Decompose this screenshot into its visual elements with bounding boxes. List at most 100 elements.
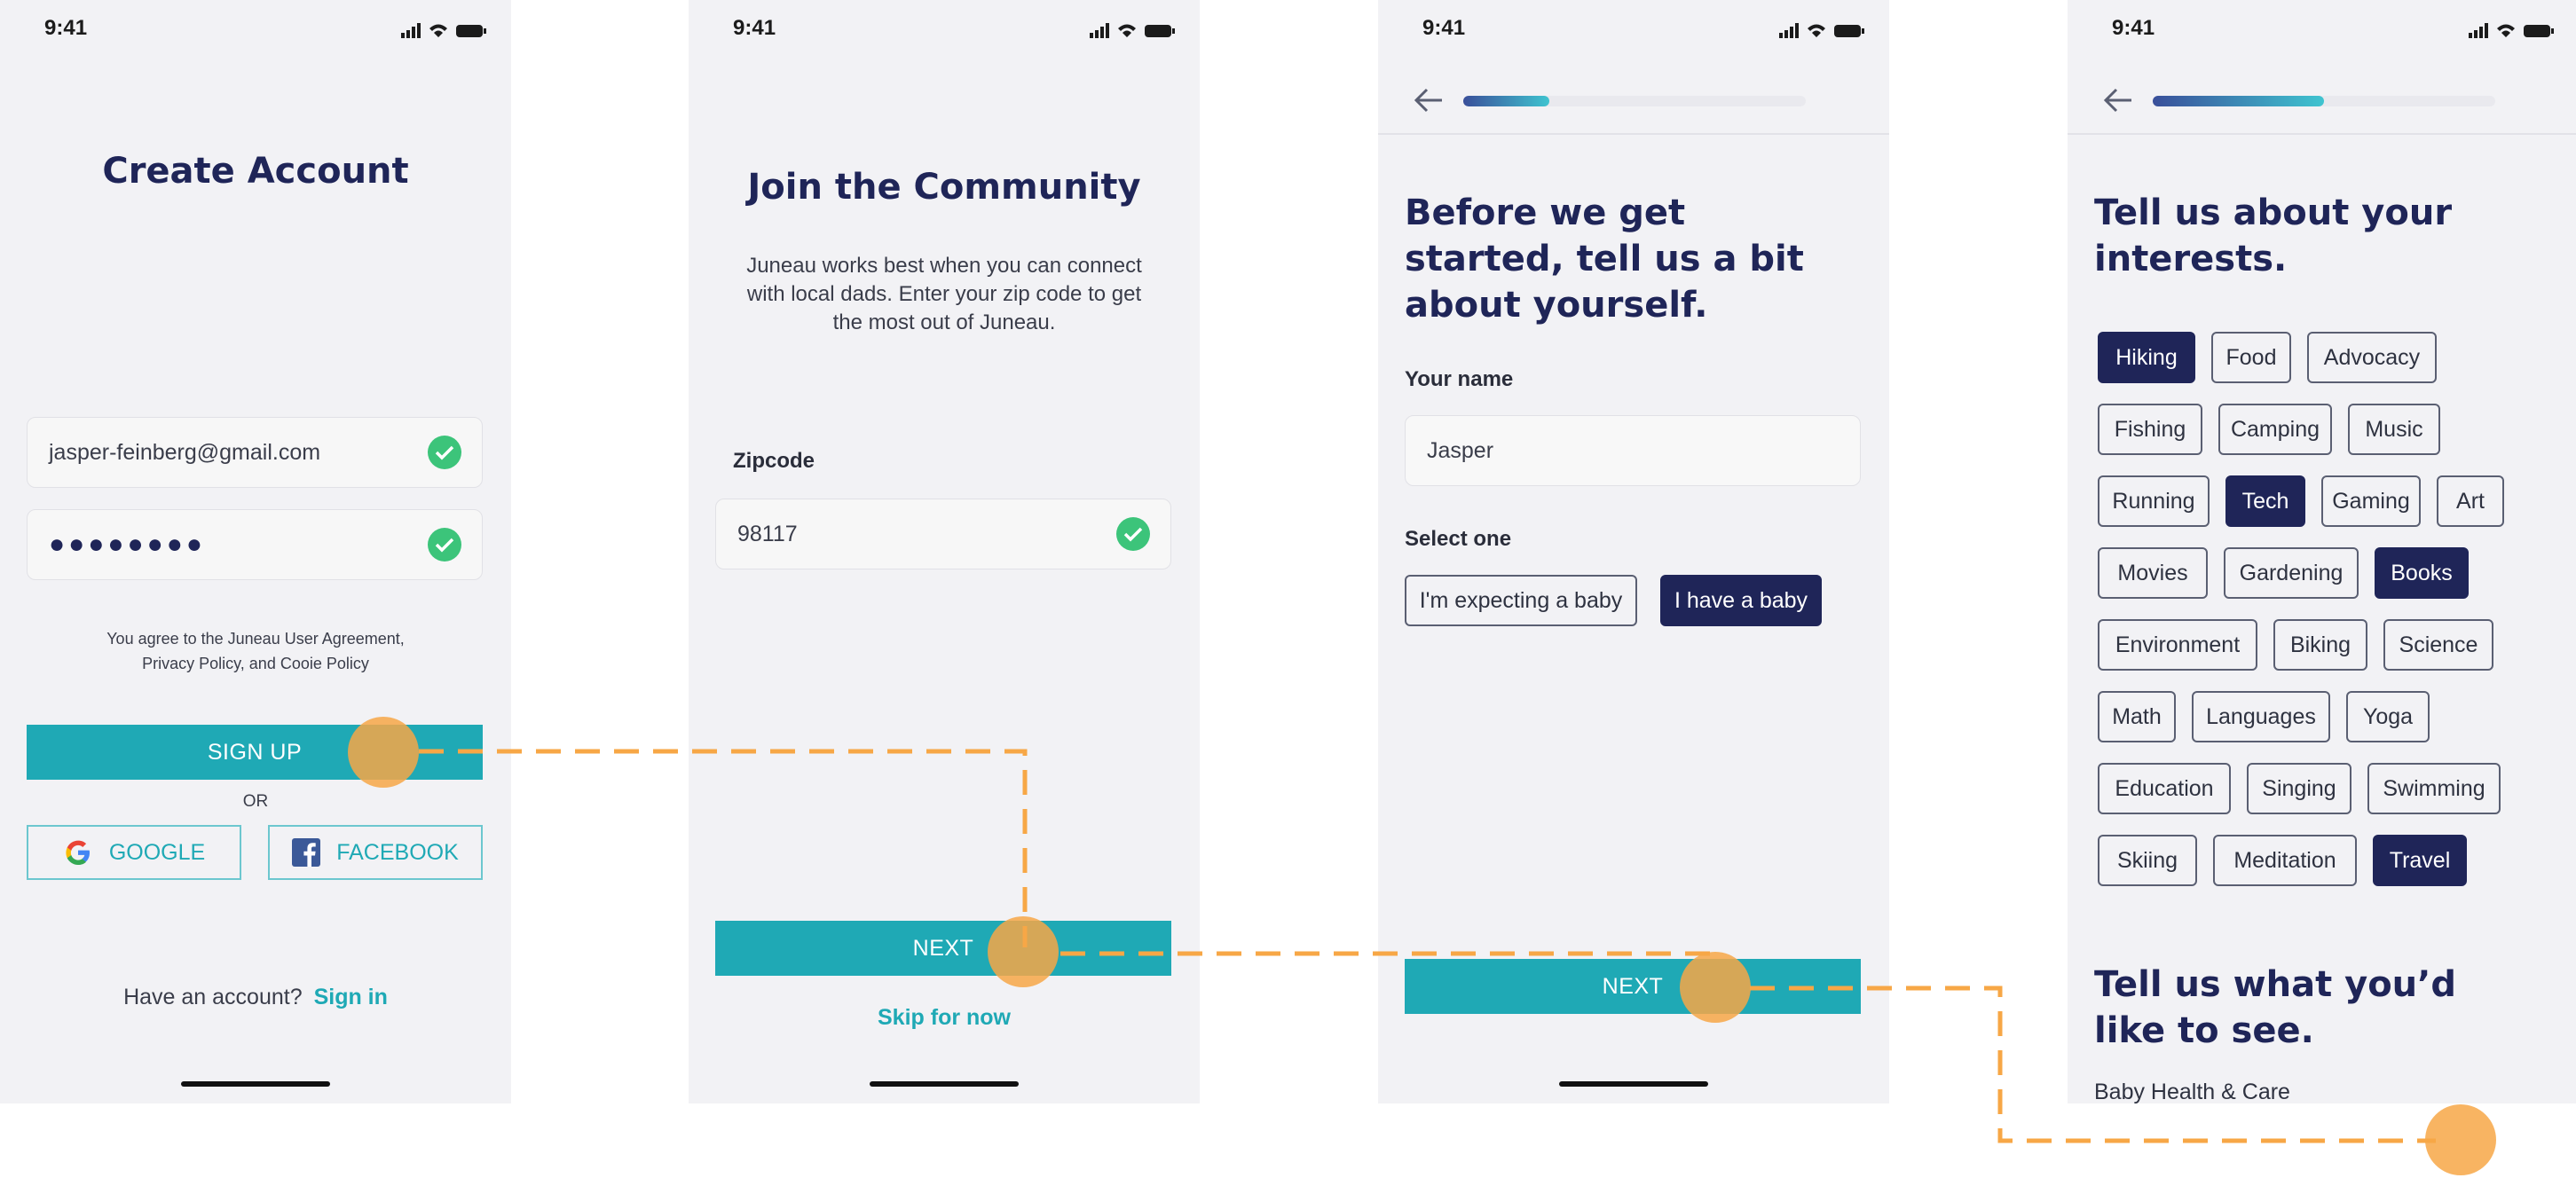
interest-chip-movies[interactable]: Movies bbox=[2098, 547, 2208, 599]
home-indicator bbox=[1559, 1081, 1708, 1087]
progress-bar bbox=[2153, 96, 2495, 106]
title-line: Before we get bbox=[1405, 192, 1686, 233]
back-arrow-icon[interactable] bbox=[2103, 87, 2133, 114]
agreement-line: You agree to the Juneau User Agreement, bbox=[106, 630, 405, 648]
interest-label: Math bbox=[2112, 703, 2162, 729]
description: Juneau works best when you can connect w… bbox=[689, 252, 1200, 337]
interest-label: Tech bbox=[2241, 488, 2289, 514]
home-indicator bbox=[181, 1081, 330, 1087]
interest-label: Biking bbox=[2289, 632, 2351, 657]
sign-in-link[interactable]: Sign in bbox=[314, 985, 388, 1009]
agreement-line: Privacy Policy, and Cooie Policy bbox=[142, 655, 369, 672]
title-line: interests. bbox=[2094, 239, 2288, 279]
status-time: 9:41 bbox=[733, 16, 776, 40]
see-item[interactable]: Baby Health & Care bbox=[2094, 1080, 2290, 1103]
interest-chip-running[interactable]: Running bbox=[2098, 475, 2210, 527]
interest-chip-environment[interactable]: Environment bbox=[2098, 619, 2257, 671]
email-value: jasper-feinberg@gmail.com bbox=[49, 439, 321, 465]
interest-chip-camping[interactable]: Camping bbox=[2218, 404, 2332, 455]
interest-chip-yoga[interactable]: Yoga bbox=[2346, 691, 2430, 742]
option-expecting-baby[interactable]: I'm expecting a baby bbox=[1405, 575, 1637, 626]
option-label: I'm expecting a baby bbox=[1419, 587, 1623, 613]
google-icon bbox=[66, 840, 90, 865]
interest-chip-travel[interactable]: Travel bbox=[2373, 835, 2467, 886]
interest-chip-science[interactable]: Science bbox=[2383, 619, 2493, 671]
skip-link[interactable]: Skip for now bbox=[689, 1005, 1200, 1031]
next-label: NEXT bbox=[1602, 973, 1664, 999]
screen-about-yourself: 9:41 Before we get started, tell us a bi… bbox=[1378, 0, 1889, 1103]
flow-dot-signup bbox=[348, 717, 419, 788]
home-indicator bbox=[870, 1081, 1019, 1087]
next-button[interactable]: NEXT bbox=[1405, 959, 1861, 1014]
description-line: with local dads. Enter your zip code to … bbox=[746, 282, 1142, 306]
title-line: about yourself. bbox=[1405, 285, 1708, 326]
screen-create-account: 9:41 Create Account jasper-feinberg@gmai… bbox=[0, 0, 511, 1103]
interest-label: Meditation bbox=[2233, 847, 2336, 873]
interest-chip-biking[interactable]: Biking bbox=[2273, 619, 2367, 671]
password-field[interactable]: ●●●●●●●● bbox=[27, 509, 483, 580]
interest-label: Languages bbox=[2206, 703, 2316, 729]
interest-chip-gardening[interactable]: Gardening bbox=[2224, 547, 2359, 599]
check-icon bbox=[1116, 517, 1150, 551]
interest-chip-tech[interactable]: Tech bbox=[2225, 475, 2305, 527]
flow-dot-interests bbox=[2425, 1104, 2496, 1175]
interest-label: Science bbox=[2399, 632, 2478, 657]
have-account-text: Have an account? bbox=[123, 985, 303, 1009]
option-label: I have a baby bbox=[1674, 587, 1808, 613]
interest-label: Music bbox=[2365, 416, 2423, 442]
section-title: Tell us what you’d like to see. bbox=[2094, 962, 2456, 1054]
next-label: NEXT bbox=[912, 935, 974, 961]
have-account-row: Have an account? Sign in bbox=[0, 985, 511, 1010]
status-time: 9:41 bbox=[44, 16, 88, 40]
facebook-label: FACEBOOK bbox=[336, 839, 459, 865]
flow-dot-next-2 bbox=[1680, 952, 1751, 1023]
google-button[interactable]: GOOGLE bbox=[27, 825, 241, 880]
facebook-icon bbox=[292, 838, 321, 867]
interest-chip-languages[interactable]: Languages bbox=[2192, 691, 2330, 742]
interest-label: Food bbox=[2225, 344, 2277, 370]
email-field[interactable]: jasper-feinberg@gmail.com bbox=[27, 417, 483, 488]
google-label: GOOGLE bbox=[108, 839, 206, 865]
interest-chip-art[interactable]: Art bbox=[2437, 475, 2504, 527]
interest-label: Skiing bbox=[2116, 847, 2178, 873]
status-icons bbox=[2469, 23, 2554, 38]
interest-label: Education bbox=[2115, 775, 2214, 801]
interest-chip-advocacy[interactable]: Advocacy bbox=[2307, 332, 2437, 383]
status-time: 9:41 bbox=[1422, 16, 1466, 40]
option-have-baby[interactable]: I have a baby bbox=[1660, 575, 1822, 626]
interest-chip-skiing[interactable]: Skiing bbox=[2098, 835, 2197, 886]
interest-label: Hiking bbox=[2115, 344, 2178, 370]
interest-chip-math[interactable]: Math bbox=[2098, 691, 2176, 742]
back-arrow-icon[interactable] bbox=[1414, 87, 1444, 114]
interest-chip-gaming[interactable]: Gaming bbox=[2321, 475, 2421, 527]
screen-interests: 9:41 Tell us about your interests. Hikin… bbox=[2068, 0, 2576, 1103]
interest-label: Gardening bbox=[2239, 560, 2344, 585]
interest-chip-fishing[interactable]: Fishing bbox=[2098, 404, 2202, 455]
interest-chip-meditation[interactable]: Meditation bbox=[2213, 835, 2357, 886]
interest-chip-singing[interactable]: Singing bbox=[2247, 763, 2351, 814]
page-title: Create Account bbox=[102, 151, 409, 192]
or-divider: OR bbox=[242, 792, 269, 811]
description-line: Juneau works best when you can connect bbox=[746, 254, 1142, 278]
interest-chip-books[interactable]: Books bbox=[2375, 547, 2469, 599]
interest-chip-music[interactable]: Music bbox=[2348, 404, 2440, 455]
name-field[interactable]: Jasper bbox=[1405, 415, 1861, 486]
interest-chip-food[interactable]: Food bbox=[2211, 332, 2291, 383]
interest-label: Singing bbox=[2262, 775, 2336, 801]
progress-fill bbox=[2153, 96, 2324, 106]
interest-chip-swimming[interactable]: Swimming bbox=[2367, 763, 2501, 814]
next-button[interactable]: NEXT bbox=[715, 921, 1171, 976]
interest-chip-hiking[interactable]: Hiking bbox=[2098, 332, 2195, 383]
progress-fill bbox=[1463, 96, 1549, 106]
flow-dot-next-1 bbox=[988, 916, 1059, 987]
interest-label: Yoga bbox=[2362, 703, 2414, 729]
title-line: Tell us what you’d bbox=[2094, 964, 2456, 1005]
zipcode-field[interactable]: 98117 bbox=[715, 499, 1171, 569]
description-line: the most out of Juneau. bbox=[832, 310, 1056, 334]
zipcode-value: 98117 bbox=[737, 521, 798, 546]
progress-bar bbox=[1463, 96, 1806, 106]
header-divider bbox=[1378, 133, 1889, 135]
interest-label: Art bbox=[2456, 488, 2485, 514]
facebook-button[interactable]: FACEBOOK bbox=[268, 825, 483, 880]
interest-chip-education[interactable]: Education bbox=[2098, 763, 2231, 814]
